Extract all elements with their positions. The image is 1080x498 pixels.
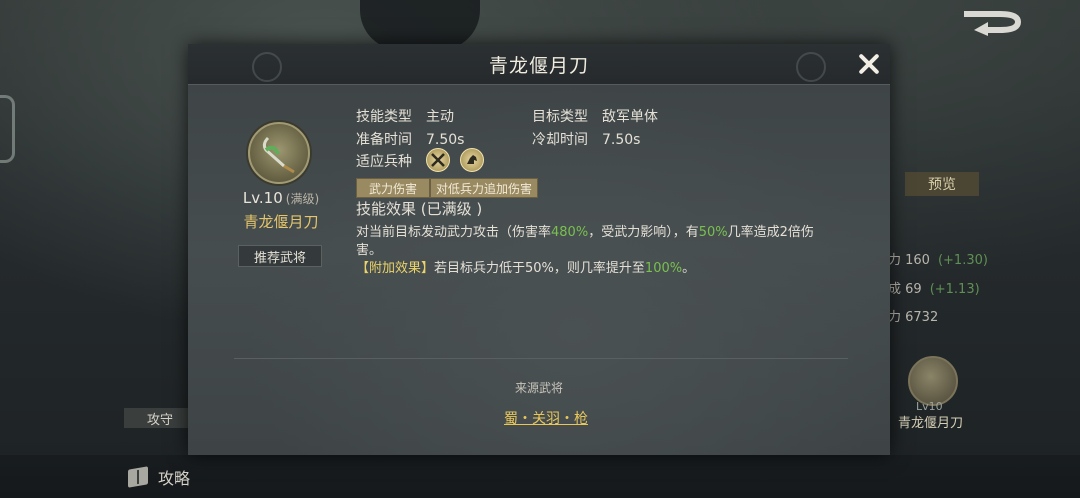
prep-time-label: 准备时间 <box>356 132 412 148</box>
stat-label: 力 6732 <box>888 310 939 325</box>
stat-plus: (+1.13) <box>929 282 980 297</box>
source-general-link[interactable]: 蜀・关羽・枪 <box>501 408 591 428</box>
background-character-silhouette <box>360 0 480 50</box>
crossed-weapons-icon <box>426 148 450 172</box>
header-ornament-icon <box>796 52 826 82</box>
glaive-icon <box>262 136 295 174</box>
desc-text: 对当前目标发动武力攻击（伤害率 <box>356 225 552 240</box>
extra-effect-value: 100% <box>644 261 683 276</box>
background-hex-button <box>0 95 15 163</box>
stat-row: 力 160 (+1.30) <box>888 249 988 268</box>
side-skill-icon[interactable] <box>908 356 958 406</box>
extra-effect-text: 。 <box>682 261 696 276</box>
tag-low-troop-bonus: 对低兵力追加伤害 <box>430 178 538 198</box>
trigger-chance: 50% <box>698 225 728 240</box>
extra-effect-label: 【附加效果】 <box>356 261 435 276</box>
skill-level-suffix: (满级) <box>285 192 320 206</box>
stat-label: 力 160 <box>888 253 930 268</box>
source-general-label: 来源武将 <box>514 381 563 395</box>
close-icon[interactable] <box>856 51 882 77</box>
divider <box>234 358 848 359</box>
desc-text: ，受武力影响），有 <box>588 225 699 240</box>
skill-icon <box>248 122 310 184</box>
damage-rate: 480% <box>551 225 589 240</box>
target-type-row: 目标类型 敌军单体 <box>532 106 658 126</box>
extra-effect-text: 若目标兵力低于50%，则几率提升至 <box>434 261 645 276</box>
skill-type-value: 主动 <box>426 109 454 125</box>
gongshou-tab[interactable]: 攻守 <box>124 408 196 428</box>
stat-plus: (+1.30) <box>937 253 988 268</box>
skill-type-row: 技能类型 主动 <box>356 106 454 126</box>
modal-title: 青龙偃月刀 <box>488 54 589 77</box>
cavalry-horse-icon <box>460 148 484 172</box>
target-type-label: 目标类型 <box>532 109 588 125</box>
adapt-troop-label: 适应兵种 <box>356 154 412 170</box>
header-ornament-icon <box>252 52 282 82</box>
stat-row: 力 6732 <box>888 306 946 325</box>
modal-header: 青龙偃月刀 <box>188 44 890 85</box>
stat-row: 成 69 (+1.13) <box>888 278 980 297</box>
cooldown-row: 冷却时间 7.50s <box>532 129 640 149</box>
skill-level-value: Lv.10 <box>242 189 283 207</box>
cooldown-label: 冷却时间 <box>532 132 588 148</box>
book-icon <box>128 466 148 488</box>
skill-description: 对当前目标发动武力攻击（伤害率480%，受武力影响），有50%几率造成2倍伤害。… <box>356 224 836 278</box>
effect-title: 技能效果 (已满级 ) <box>356 200 483 218</box>
prep-time-value: 7.50s <box>426 132 465 148</box>
return-arrow-icon[interactable] <box>960 8 1026 36</box>
recommend-generals-button[interactable]: 推荐武将 <box>238 245 322 267</box>
skill-name: 青龙偃月刀 <box>243 213 319 231</box>
prep-time-row: 准备时间 7.50s <box>356 129 464 149</box>
skill-level: Lv.10 (满级) <box>240 189 322 207</box>
side-skill-name: 青龙偃月刀 <box>898 416 964 431</box>
skill-detail-modal: 青龙偃月刀 Lv.10 (满级) 青龙偃月刀 推荐武将 技能类型 主动 目标类型 敌军… <box>188 44 890 455</box>
stat-label: 成 69 <box>888 282 922 297</box>
cooldown-value: 7.50s <box>602 132 641 148</box>
gonglue-label: 攻略 <box>158 469 191 488</box>
skill-type-label: 技能类型 <box>356 109 412 125</box>
target-type-value: 敌军单体 <box>602 109 658 125</box>
gonglue-button[interactable]: 攻略 <box>128 465 190 489</box>
tag-martial-damage: 武力伤害 <box>356 178 430 198</box>
preview-button[interactable]: 预览 <box>905 172 979 196</box>
